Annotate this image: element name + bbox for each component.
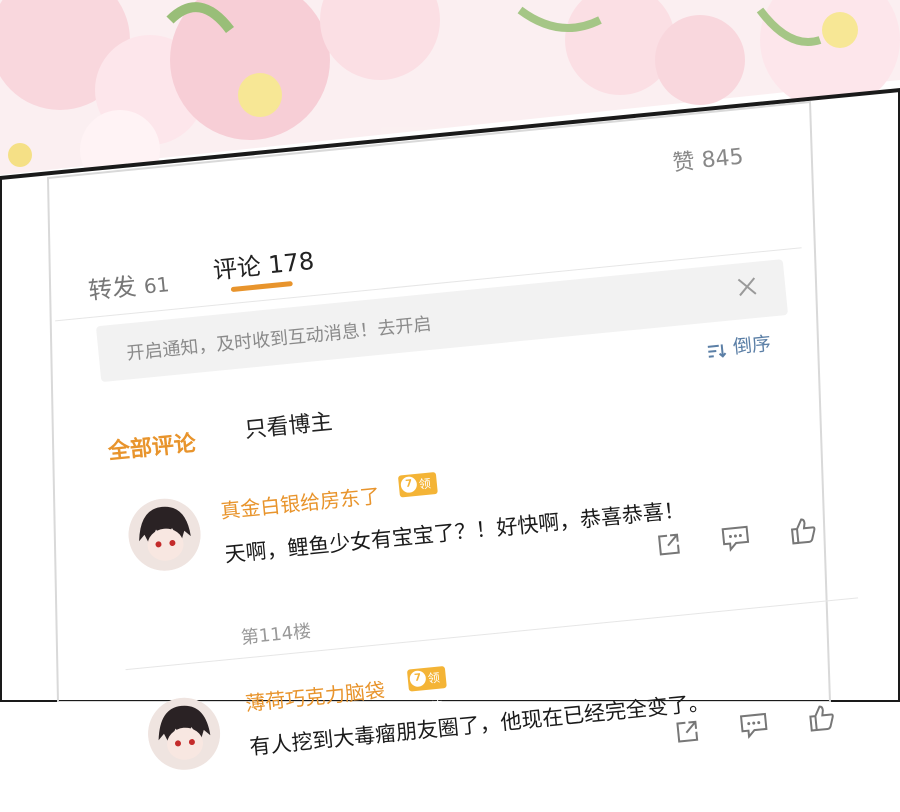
like-icon[interactable] bbox=[806, 702, 837, 733]
badge: 7 领洋者 bbox=[406, 666, 447, 729]
reply-icon[interactable] bbox=[720, 524, 750, 553]
likes-counter[interactable]: 赞 845 bbox=[671, 139, 745, 178]
avatar[interactable] bbox=[125, 495, 204, 575]
notice-text: 开启通知，及时收到互动消息！去开启 bbox=[125, 313, 433, 365]
reply-icon[interactable] bbox=[739, 711, 769, 740]
filter-author-only[interactable]: 只看博主 bbox=[243, 404, 334, 444]
tab-reposts-count: 61 bbox=[142, 272, 171, 299]
badge-level-icon: 7 bbox=[409, 669, 427, 688]
sort-label: 倒序 bbox=[731, 332, 772, 359]
share-icon[interactable] bbox=[673, 717, 701, 745]
sort-icon bbox=[706, 340, 727, 358]
tab-comments-label: 评论 bbox=[211, 252, 263, 285]
avatar[interactable] bbox=[144, 694, 224, 774]
notice-bar[interactable]: 开启通知，及时收到互动消息！去开启 bbox=[95, 259, 789, 383]
likes-count: 845 bbox=[700, 144, 745, 174]
tab-comments[interactable]: 评论 178 bbox=[211, 241, 316, 286]
share-icon[interactable] bbox=[655, 530, 683, 558]
close-icon[interactable] bbox=[734, 274, 760, 300]
likes-label: 赞 bbox=[671, 149, 696, 177]
like-icon[interactable] bbox=[788, 515, 819, 546]
tab-reposts-label: 转发 bbox=[87, 272, 138, 305]
sort-toggle[interactable]: 倒序 bbox=[706, 329, 772, 362]
panel-content: 赞 845 转发 61 评论 178 开启通知，及时收到互动消息！去开启 倒序 … bbox=[0, 0, 900, 774]
tab-reposts[interactable]: 转发 61 bbox=[86, 263, 170, 306]
floor-number: 第114楼 bbox=[240, 620, 313, 649]
comment-username[interactable]: 薄荷巧克力脑袋 bbox=[244, 674, 386, 717]
comment-username[interactable]: 真金白银给房东了 bbox=[219, 480, 381, 524]
badge-level-icon: 7 bbox=[400, 475, 418, 494]
tab-comments-count: 178 bbox=[267, 246, 316, 280]
filter-all-comments[interactable]: 全部评论 bbox=[106, 425, 197, 465]
badge: 7 领洋者 bbox=[397, 471, 438, 535]
comment-divider bbox=[125, 597, 859, 671]
